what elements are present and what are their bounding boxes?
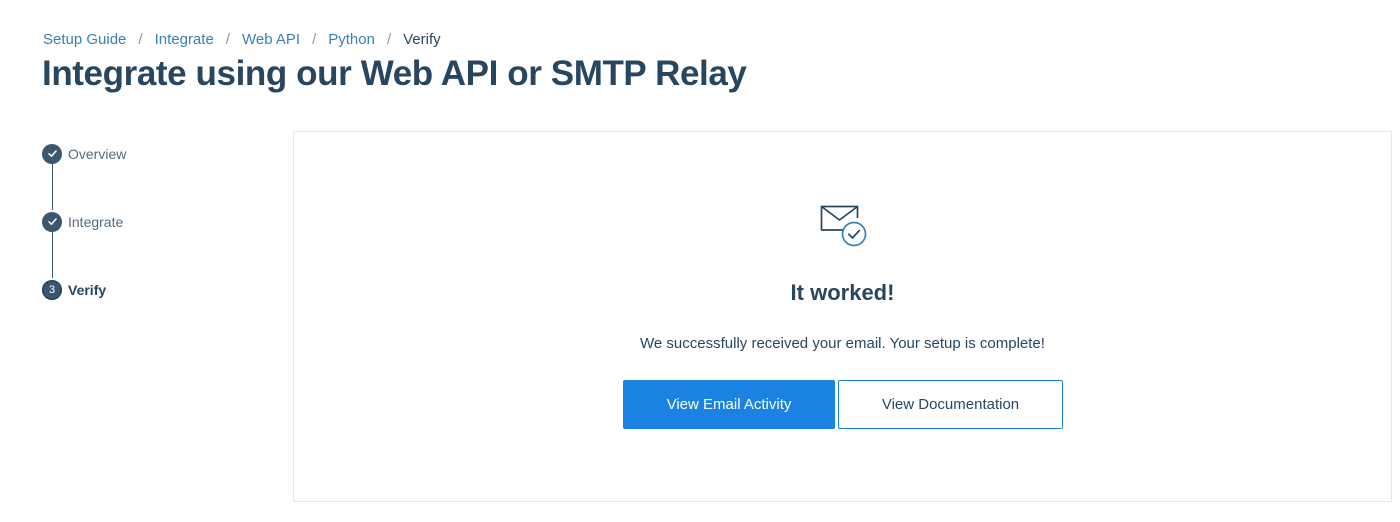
breadcrumb-web-api[interactable]: Web API [242,31,300,48]
step-connector [51,164,53,210]
view-email-activity-button[interactable]: View Email Activity [623,380,835,429]
page-title: Integrate using our Web API or SMTP Rela… [42,54,747,93]
breadcrumb-separator: / [386,30,392,48]
check-icon [42,211,62,232]
result-message: We successfully received your email. You… [640,335,1045,352]
setup-stepper: Overview Integrate 3 Verify [42,143,272,303]
view-documentation-button[interactable]: View Documentation [838,380,1063,429]
breadcrumb-separator: / [138,30,143,48]
step-connector [51,232,53,278]
breadcrumb-separator: / [225,30,230,48]
check-icon [42,143,62,164]
step-label: Overview [68,145,127,162]
breadcrumb-integrate[interactable]: Integrate [155,31,214,48]
step-number-badge: 3 [42,279,62,300]
breadcrumb-setup-guide[interactable]: Setup Guide [43,31,126,48]
step-label: Integrate [68,213,124,230]
breadcrumb: Setup Guide / Integrate / Web API / Pyth… [43,29,441,49]
breadcrumb-current: Verify [403,30,441,48]
breadcrumb-separator: / [312,30,317,48]
step-integrate[interactable]: Integrate [42,211,123,232]
step-verify[interactable]: 3 Verify [42,279,106,300]
step-overview[interactable]: Overview [42,143,126,164]
mail-check-icon [820,205,867,247]
step-label: Verify [68,281,107,298]
breadcrumb-python[interactable]: Python [328,31,375,48]
result-title: It worked! [790,280,895,305]
verify-result-card: It worked! We successfully received your… [293,131,1392,502]
